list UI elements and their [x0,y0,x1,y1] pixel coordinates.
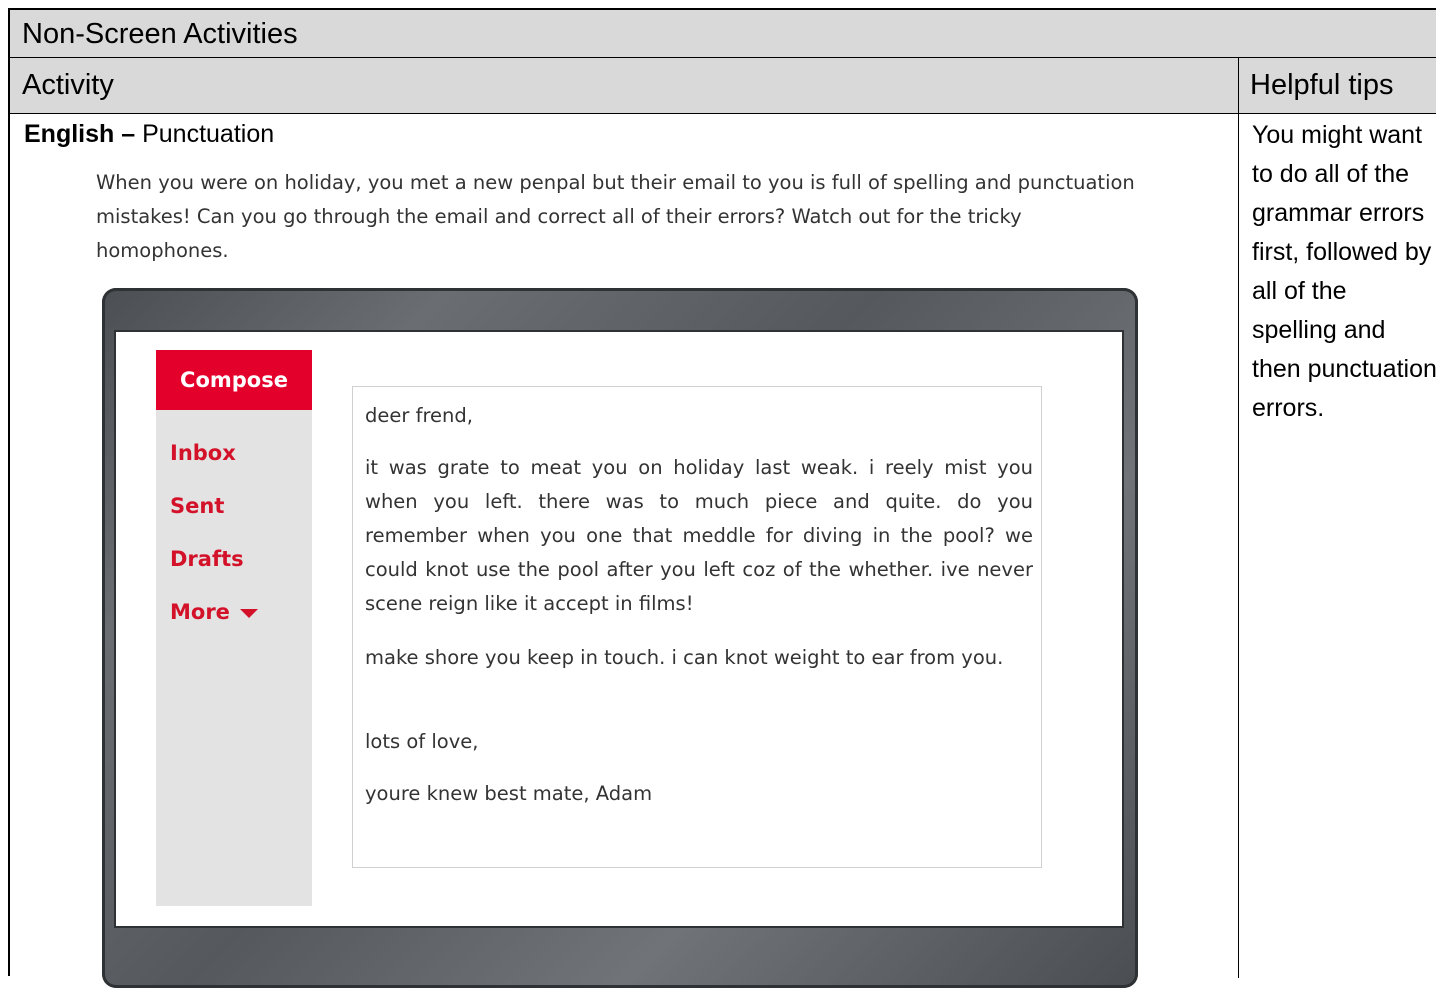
compose-button: Compose [156,350,312,410]
email-signature: youre knew best mate, Adam [365,782,653,805]
activity-instructions: When you were on holiday, you met a new … [96,171,1135,262]
activity-title: English – Punctuation [24,116,274,152]
folder-more-label: More [170,600,230,624]
column-header-activity: Activity [22,69,114,101]
column-divider [1238,58,1239,978]
folder-drafts: Drafts [170,547,244,571]
folder-inbox: Inbox [170,441,236,465]
tablet-illustration: Compose Inbox Sent Drafts More deer fren… [102,288,1138,988]
activity-subject: English – [24,120,136,148]
caret-down-icon [239,608,258,618]
email-paragraph-2: make shore you keep in touch. i can knot… [365,646,1004,669]
table-header-row: Activity Helpful tips [10,58,1436,114]
activity-topic: Punctuation [142,120,275,148]
email-paragraph-1: it was grate to meat you on holiday last… [365,456,1033,615]
table-title: Non-Screen Activities [10,10,1436,58]
helpful-tips-text: You might want to do all of the grammar … [1252,121,1436,422]
folder-sent: Sent [170,494,225,518]
email-greeting: deer frend, [365,404,473,427]
folder-more: More [170,597,258,627]
tablet-screen: Compose Inbox Sent Drafts More deer fren… [114,330,1124,928]
column-header-tips: Helpful tips [1250,69,1394,101]
email-sidebar: Compose Inbox Sent Drafts More [156,350,312,906]
activity-table: Non-Screen Activities Activity Helpful t… [8,8,1436,988]
email-body: deer frend, it was grate to meat you on … [352,386,1042,868]
email-signoff: lots of love, [365,730,479,753]
